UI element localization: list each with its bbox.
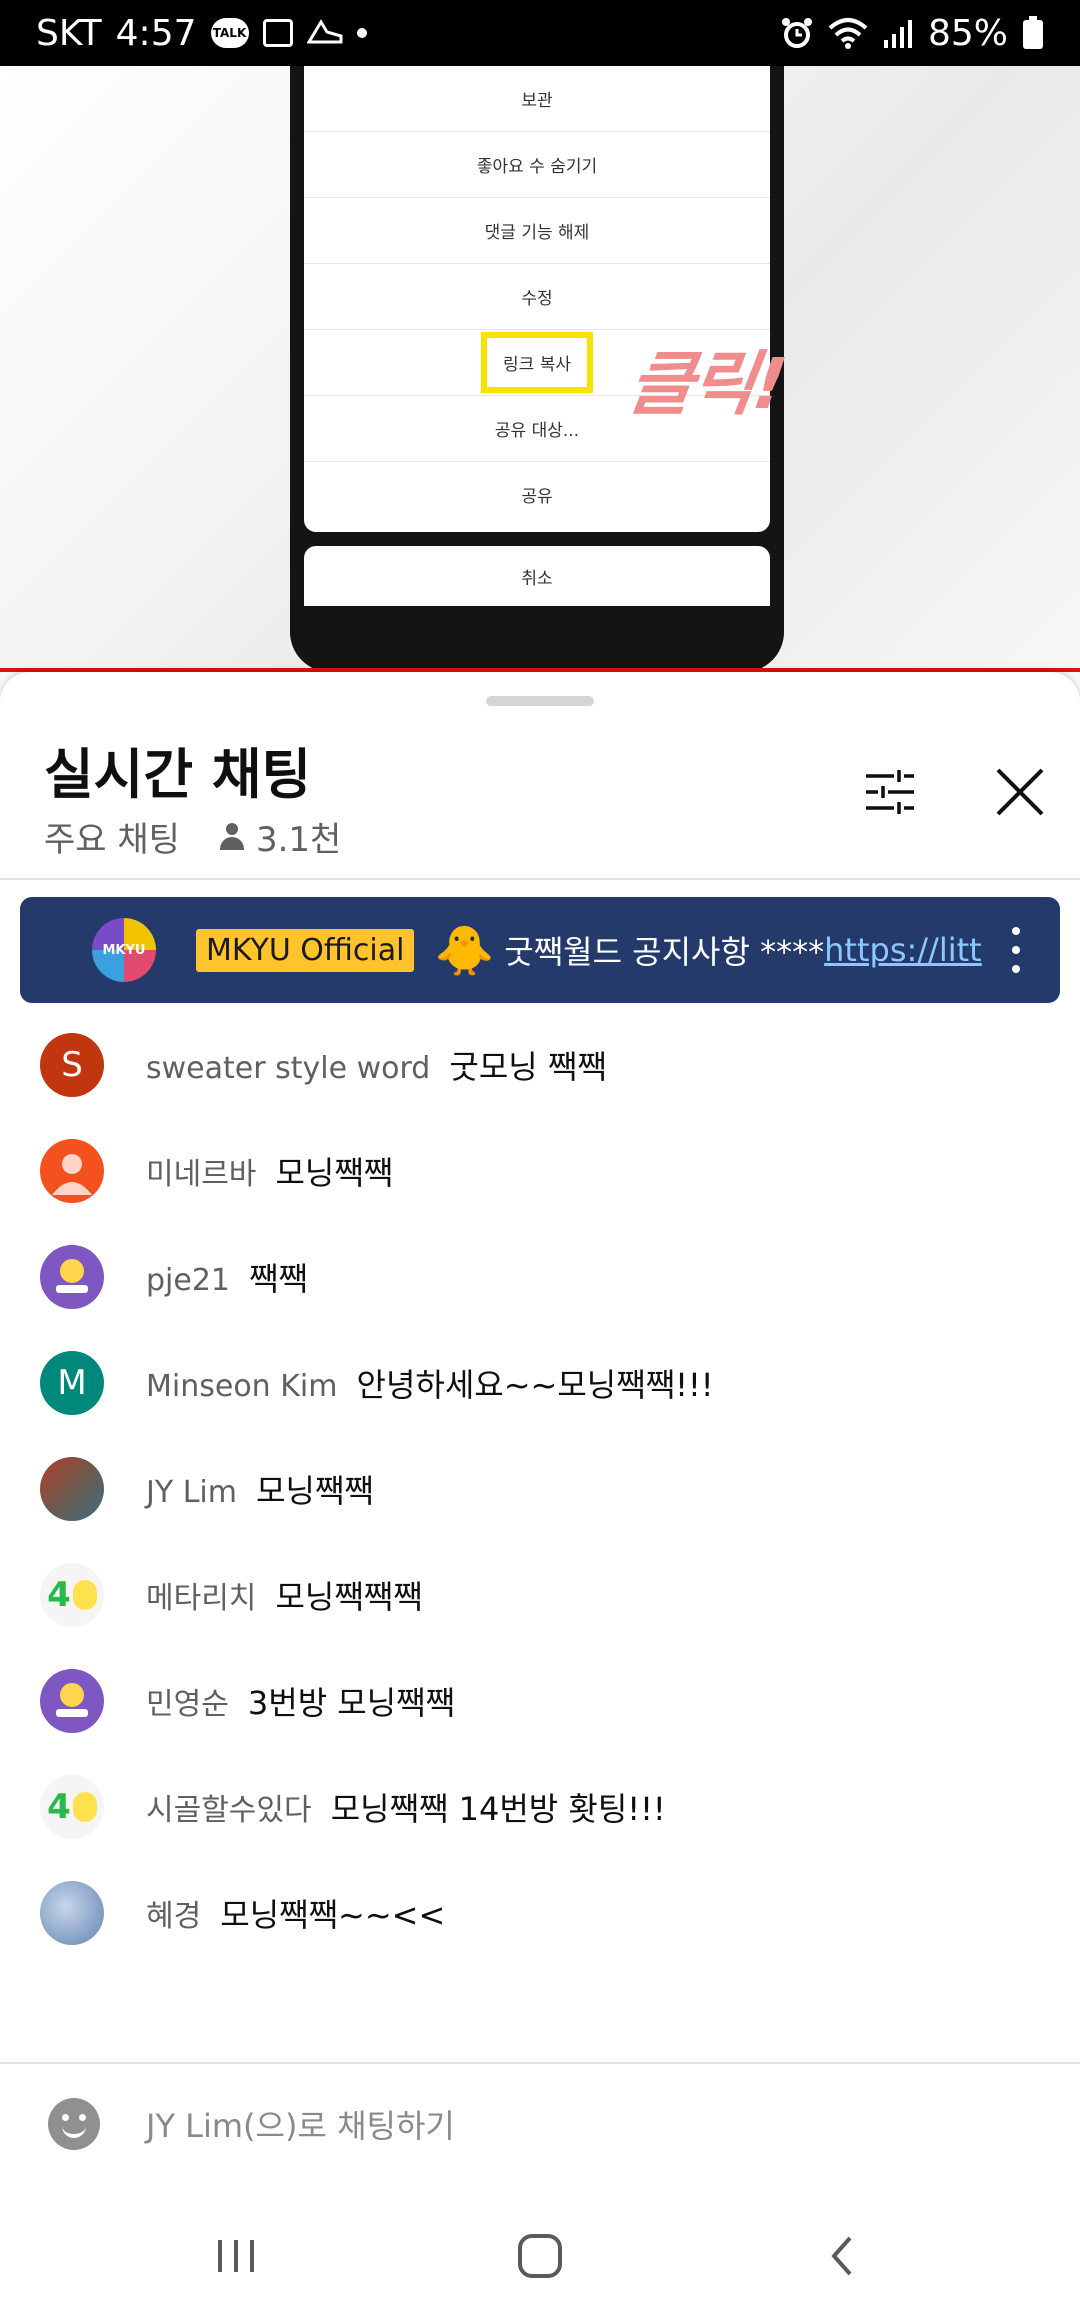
home-icon (518, 2234, 562, 2278)
chat-subheader: 주요 채팅 3.1천 (44, 812, 341, 861)
video-player[interactable]: 보관 좋아요 수 숨기기 댓글 기능 해제 수정 링크 복사 공유 대상... … (0, 66, 1080, 672)
chat-message[interactable]: 혜경 모닝짹짹~~<< (0, 1860, 1080, 1966)
viewer-count: 3.1천 (255, 820, 342, 860)
message-author[interactable]: 시골할수있다 (146, 1793, 312, 1828)
chat-message[interactable]: 4 시골할수있다 모닝짹짹 14번방 홧팅!!! (0, 1754, 1080, 1860)
chat-input-bar[interactable]: JY Lim(으)로 채팅하기 (0, 2062, 1080, 2184)
sheet-item-share: 공유 (521, 487, 553, 507)
chat-message[interactable]: 미네르바 모닝짹짹 (0, 1118, 1080, 1224)
carrier-label: SKT (36, 12, 102, 54)
avatar[interactable]: S (40, 1033, 104, 1097)
avatar[interactable]: 4 (40, 1775, 104, 1839)
message-text: 모닝짹짹~~<< (220, 1896, 446, 1934)
message-text: 안녕하세요~~모닝짹짹!!! (356, 1366, 714, 1404)
dot-icon (356, 28, 367, 38)
panel-title: 실시간 채팅 (44, 743, 312, 806)
pinned-message[interactable]: MKYU MKYU Official 🐥 굿짹월드 공지사항 **** http… (20, 897, 1060, 1003)
pinned-text: 굿짹월드 공지사항 **** (504, 933, 825, 971)
filter-button[interactable] (860, 762, 920, 822)
chat-message-line: pje21 짹짹 (146, 1254, 308, 1300)
avatar[interactable]: M (40, 1351, 104, 1415)
sliders-icon (866, 770, 914, 814)
message-text: 모닝짹짹 (256, 1472, 374, 1510)
message-text: 모닝짹짹짹 (275, 1578, 423, 1616)
chat-mode-selector[interactable]: 주요 채팅 (44, 812, 180, 861)
close-icon (996, 768, 1044, 816)
message-author[interactable]: pje21 (146, 1263, 230, 1298)
chat-message-line: 혜경 모닝짹짹~~<< (146, 1890, 445, 1936)
owner-badge: MKYU Official (196, 928, 415, 972)
message-text: 3번방 모닝짹짹 (247, 1684, 456, 1722)
pinned-link[interactable]: https://litt (824, 931, 982, 969)
system-nav-bar (0, 2196, 1080, 2316)
recent-apps-button[interactable] (206, 2226, 266, 2286)
avatar[interactable] (40, 1669, 104, 1733)
chat-message-line: sweater style word 굿모닝 짹짹 (146, 1042, 607, 1088)
message-author[interactable]: 메타리치 (146, 1581, 256, 1616)
action-sheet: 보관 좋아요 수 숨기기 댓글 기능 해제 수정 링크 복사 공유 대상... … (304, 66, 770, 532)
sheet-item-edit: 수정 (304, 264, 770, 330)
chat-message-line: JY Lim 모닝짹짹 (146, 1466, 374, 1512)
back-icon (831, 2236, 852, 2276)
clock: 4:57 (115, 12, 197, 54)
message-author[interactable]: sweater style word (146, 1051, 430, 1086)
home-button[interactable] (510, 2226, 570, 2286)
message-text: 모닝짹짹 14번방 홧팅!!! (330, 1790, 666, 1828)
avatar[interactable] (40, 1881, 104, 1945)
person-icon (218, 822, 246, 851)
chat-message[interactable]: S sweater style word 굿모닝 짹짹 (0, 1012, 1080, 1118)
wifi-icon (828, 16, 868, 50)
message-text: 굿모닝 짹짹 (449, 1048, 607, 1086)
chat-message-line: 시골할수있다 모닝짹짹 14번방 홧팅!!! (146, 1784, 666, 1830)
chat-input[interactable]: JY Lim(으)로 채팅하기 (146, 2101, 455, 2147)
click-overlay-text: 클릭! (623, 343, 790, 425)
pinned-avatar: MKYU (92, 918, 156, 982)
chat-message-line: 민영순 3번방 모닝짹짹 (146, 1678, 455, 1724)
chat-message[interactable]: 민영순 3번방 모닝짹짹 (0, 1648, 1080, 1754)
kakaotalk-icon: TALK (210, 18, 249, 48)
sheet-item-archive: 보관 (304, 66, 770, 132)
sheet-item-disable-comments: 댓글 기능 해제 (304, 198, 770, 264)
message-text: 짹짹 (249, 1260, 308, 1298)
avatar[interactable] (40, 1139, 104, 1203)
more-vert-icon[interactable] (1012, 927, 1020, 973)
message-author[interactable]: 미네르바 (146, 1157, 256, 1192)
avatar[interactable] (40, 1245, 104, 1309)
message-author[interactable]: 민영순 (146, 1687, 229, 1722)
chat-message[interactable]: 4 메타리치 모닝짹짹짹 (0, 1542, 1080, 1648)
close-button[interactable] (990, 762, 1050, 822)
avatar[interactable] (40, 1457, 104, 1521)
live-chat-panel: 실시간 채팅 주요 채팅 3.1천 MKYU MKYU Official 🐥 굿… (0, 672, 1080, 2316)
alarm-icon (780, 16, 814, 50)
sheet-item-hide-likes: 좋아요 수 숨기기 (304, 132, 770, 198)
chat-message[interactable]: pje21 짹짹 (0, 1224, 1080, 1330)
chat-message-line: 미네르바 모닝짹짹 (146, 1148, 393, 1194)
battery-icon (1022, 16, 1044, 50)
signal-icon (882, 18, 914, 48)
chat-message-line: Minseon Kim 안녕하세요~~모닝짹짹!!! (146, 1360, 714, 1406)
chat-message[interactable]: M Minseon Kim 안녕하세요~~모닝짹짹!!! (0, 1330, 1080, 1436)
sneaker-icon (306, 18, 343, 48)
drag-handle[interactable] (486, 696, 594, 706)
sheet-cancel: 취소 (304, 546, 770, 606)
message-author[interactable]: 혜경 (146, 1899, 201, 1934)
chat-message-line: 메타리치 모닝짹짹짹 (146, 1572, 423, 1618)
avatar[interactable]: 4 (40, 1563, 104, 1627)
header-divider (0, 878, 1080, 880)
message-author[interactable]: JY Lim (146, 1475, 237, 1510)
back-button[interactable] (814, 2226, 874, 2286)
recent-apps-icon (218, 2240, 254, 2272)
gallery-icon (262, 19, 293, 47)
battery-percent: 85% (927, 12, 1008, 54)
message-text: 모닝짹짹 (275, 1154, 394, 1192)
chat-list: S sweater style word 굿모닝 짹짹 미네르바 모닝짹짹 pj… (0, 1012, 1080, 1945)
message-author[interactable]: Minseon Kim (146, 1369, 337, 1404)
emoji-icon[interactable] (48, 2098, 100, 2150)
status-bar: SKT 4:57 TALK 85% (0, 0, 1080, 66)
chick-emoji: 🐥 (434, 922, 495, 979)
chat-message[interactable]: JY Lim 모닝짹짹 (0, 1436, 1080, 1542)
